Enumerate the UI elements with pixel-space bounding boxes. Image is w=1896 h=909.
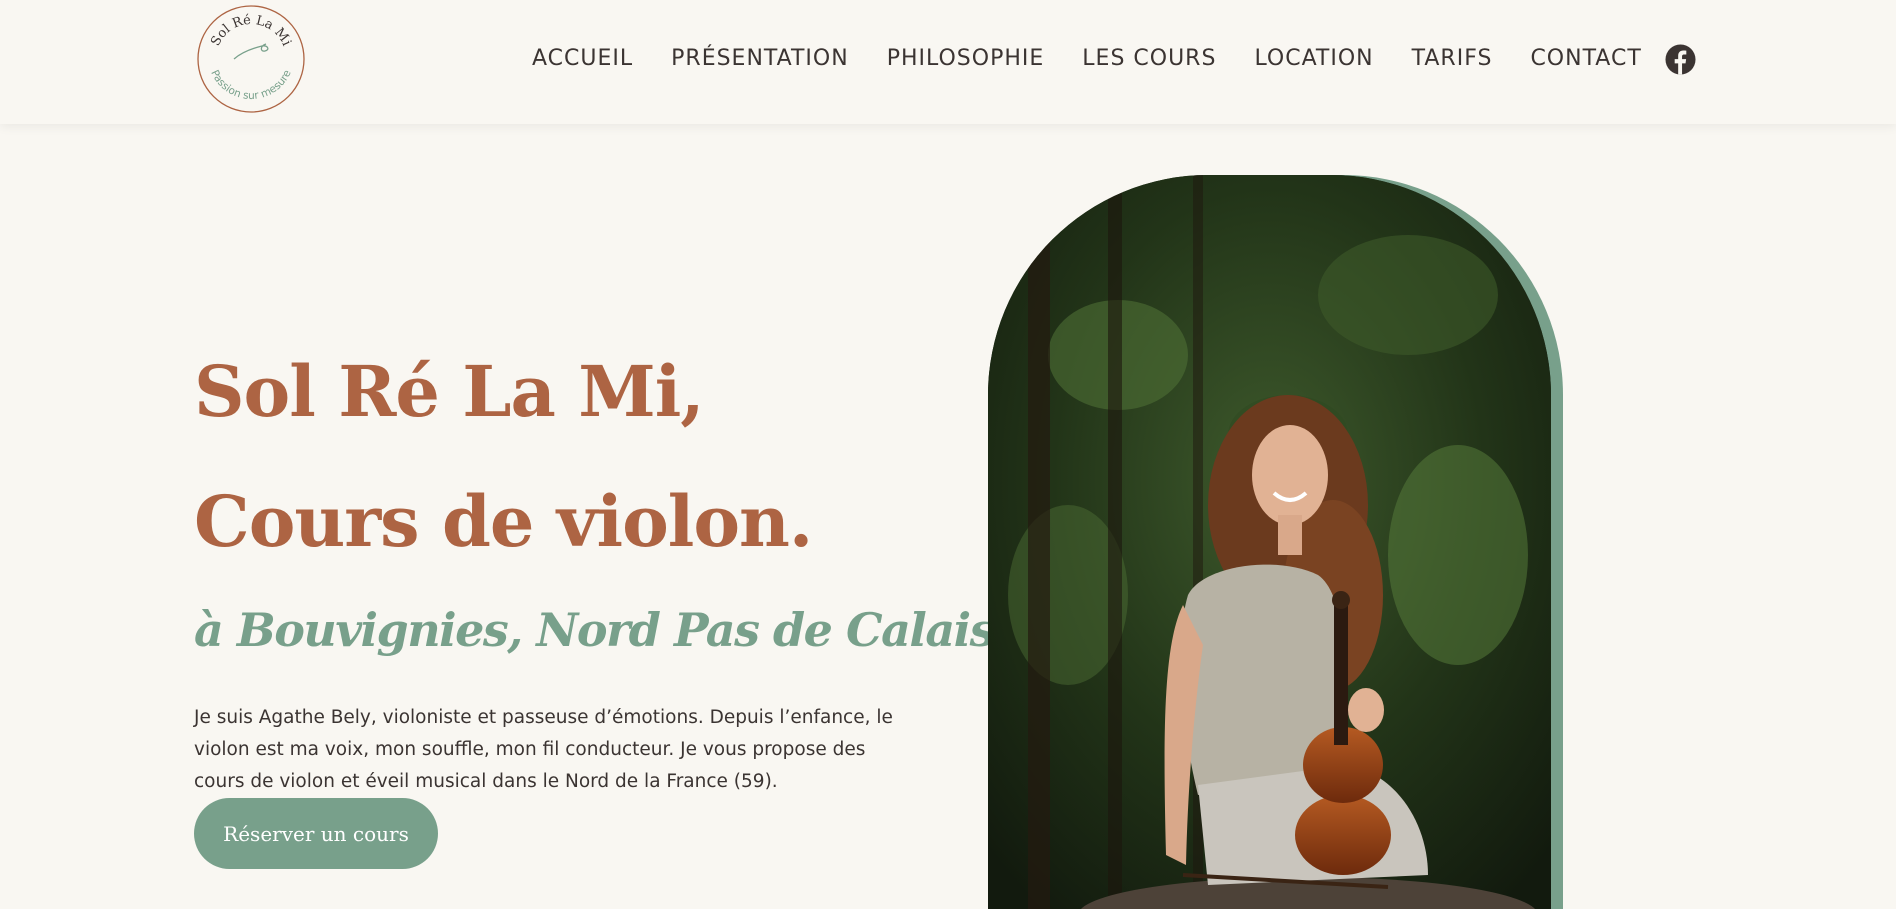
nav-philosophie[interactable]: PHILOSOPHIE: [887, 46, 1045, 71]
hero-title-line2: Cours de violon.: [194, 480, 813, 563]
book-lesson-button[interactable]: Réserver un cours: [194, 798, 438, 869]
nav-accueil[interactable]: ACCUEIL: [532, 46, 633, 71]
hero-photo-violinist: [988, 175, 1551, 909]
hero-title-line1: Sol Ré La Mi,: [194, 350, 705, 433]
nav-location[interactable]: LOCATION: [1254, 46, 1373, 71]
site-header: Sol Ré La Mi Passion sur mesure ACCUEIL …: [0, 0, 1896, 124]
logo-emblem: Sol Ré La Mi Passion sur mesure: [197, 5, 305, 113]
nav-les-cours[interactable]: LES COURS: [1082, 46, 1216, 71]
hero-intro: Je suis Agathe Bely, violoniste et passe…: [194, 707, 893, 792]
site-logo[interactable]: Sol Ré La Mi Passion sur mesure: [196, 4, 306, 114]
nav-contact[interactable]: CONTACT: [1530, 46, 1641, 71]
nav-tarifs[interactable]: TARIFS: [1412, 46, 1493, 71]
nav-presentation[interactable]: PRÉSENTATION: [671, 46, 849, 71]
facebook-icon[interactable]: [1665, 44, 1696, 75]
main-nav: ACCUEIL PRÉSENTATION PHILOSOPHIE LES COU…: [532, 46, 1680, 71]
hero-subtitle: à Bouvignies, Nord Pas de Calais: [194, 603, 996, 657]
